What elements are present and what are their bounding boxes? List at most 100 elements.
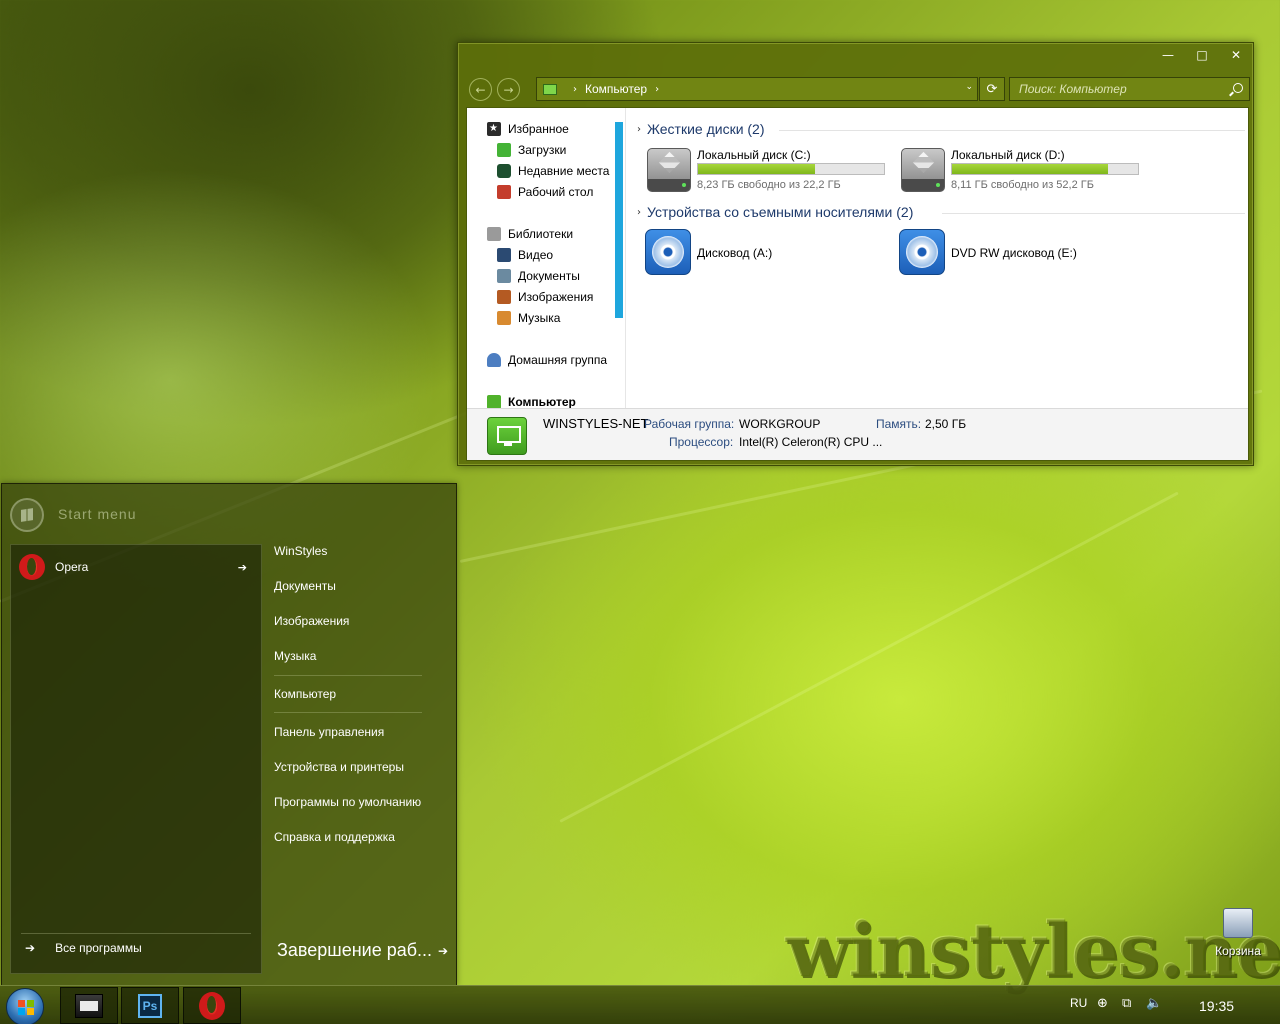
recent-places-icon xyxy=(497,164,511,178)
chevron-down-icon[interactable]: ⌄ xyxy=(965,82,973,92)
clock[interactable]: 19:35 xyxy=(1199,998,1234,1014)
start-link-music[interactable]: Музыка xyxy=(274,649,316,663)
watermark-logo: winstyles.net xyxy=(786,908,1280,994)
shutdown-button[interactable]: Завершение раб... xyxy=(277,940,432,961)
address-bar[interactable]: › Компьютер › ⌄ xyxy=(536,77,978,101)
taskbar-photoshop[interactable]: Ps xyxy=(121,987,179,1024)
workgroup-value: WORKGROUP xyxy=(739,417,821,431)
sidebar-item-label: Библиотеки xyxy=(508,227,574,241)
workgroup-label: Рабочая группа: xyxy=(644,417,735,431)
drive-e[interactable]: DVD RW дисковод (E:) xyxy=(899,229,1119,277)
documents-icon xyxy=(497,269,511,283)
chevron-right-icon[interactable]: › xyxy=(637,207,641,218)
images-icon xyxy=(497,290,511,304)
chevron-right-icon[interactable]: › xyxy=(637,124,641,135)
group-header-removable[interactable]: › Устройства со съемными носителями (2) xyxy=(637,204,913,220)
start-link-computer[interactable]: Компьютер xyxy=(274,687,336,701)
pane-divider[interactable] xyxy=(625,108,626,408)
drive-usage-fill xyxy=(698,164,816,174)
sidebar-item-label: Избранное xyxy=(508,122,569,136)
sidebar-item-images[interactable]: Изображения xyxy=(497,290,593,304)
language-indicator[interactable]: RU xyxy=(1070,996,1087,1010)
search-placeholder: Поиск: Компьютер xyxy=(1019,82,1127,96)
arrow-right-icon[interactable]: ➔ xyxy=(238,561,247,574)
computer-monitor-icon xyxy=(487,417,527,455)
forward-button[interactable]: → xyxy=(497,78,520,101)
start-link-devices-printers[interactable]: Устройства и принтеры xyxy=(274,760,404,774)
drive-d[interactable]: Локальный диск (D:) 8,11 ГБ свободно из … xyxy=(901,148,1151,196)
start-link-help-support[interactable]: Справка и поддержка xyxy=(274,830,395,844)
maximize-button[interactable]: □ xyxy=(1185,43,1219,67)
start-menu-title: Start menu xyxy=(58,506,137,522)
breadcrumb-computer[interactable]: Компьютер xyxy=(585,82,647,96)
start-link-documents[interactable]: Документы xyxy=(274,579,336,593)
navigation-pane: Избранное Загрузки Недавние места Рабочи… xyxy=(467,108,625,408)
update-icon[interactable]: ⊕ xyxy=(1097,996,1108,1011)
taskbar-opera[interactable] xyxy=(183,987,241,1024)
sidebar-item-label: Изображения xyxy=(518,290,594,304)
optical-drive-icon xyxy=(899,229,945,275)
drive-c[interactable]: Локальный диск (C:) 8,23 ГБ свободно из … xyxy=(647,148,887,196)
sidebar-item-desktop[interactable]: Рабочий стол xyxy=(497,185,593,199)
all-programs-button[interactable]: ➔ Все программы xyxy=(21,933,251,961)
start-link-default-programs[interactable]: Программы по умолчанию xyxy=(274,795,421,809)
start-separator xyxy=(274,712,422,713)
drive-name: Дисковод (A:) xyxy=(697,246,773,260)
start-link-images[interactable]: Изображения xyxy=(274,614,349,628)
drive-name: Локальный диск (D:) xyxy=(951,148,1065,162)
programs-pane: Opera ➔ ➔ Все программы xyxy=(10,544,262,974)
explorer-content: Избранное Загрузки Недавние места Рабочи… xyxy=(466,107,1249,461)
search-icon[interactable] xyxy=(1233,83,1243,93)
network-icon[interactable]: ⧉ xyxy=(1122,996,1131,1011)
sidebar-item-downloads[interactable]: Загрузки xyxy=(497,143,566,157)
sidebar-item-libraries[interactable]: Библиотеки xyxy=(487,227,573,241)
start-link-control-panel[interactable]: Панель управления xyxy=(274,725,384,739)
breadcrumb-separator-icon[interactable]: › xyxy=(573,84,577,95)
music-icon xyxy=(497,311,511,325)
details-pane: WINSTYLES-NET Рабочая группа: WORKGROUP … xyxy=(467,408,1248,460)
drive-free-space: 8,11 ГБ свободно из 52,2 ГБ xyxy=(951,179,1094,191)
taskbar-explorer[interactable] xyxy=(60,987,118,1024)
minimize-button[interactable]: — xyxy=(1151,43,1185,67)
back-button[interactable]: ← xyxy=(469,78,492,101)
memory-label: Память: xyxy=(876,417,922,431)
start-button[interactable] xyxy=(6,988,44,1024)
recycle-bin-icon xyxy=(1223,908,1253,938)
breadcrumb-separator-icon[interactable]: › xyxy=(655,84,659,95)
shutdown-options-arrow-icon[interactable]: ➔ xyxy=(438,944,448,958)
sidebar-item-label: Документы xyxy=(518,269,580,283)
sidebar-scrollbar[interactable] xyxy=(615,122,623,318)
recycle-bin-label: Корзина xyxy=(1215,944,1261,958)
sidebar-item-label: Недавние места xyxy=(518,164,610,178)
drive-usage-bar xyxy=(951,163,1139,175)
close-button[interactable]: ✕ xyxy=(1219,43,1253,67)
group-header-hard-drives[interactable]: › Жесткие диски (2) xyxy=(637,121,765,137)
sidebar-item-music[interactable]: Музыка xyxy=(497,311,560,325)
explorer-icon xyxy=(75,993,103,1018)
sidebar-item-favorites[interactable]: Избранное xyxy=(487,122,569,136)
group-divider xyxy=(779,130,1245,131)
computer-name: WINSTYLES-NET xyxy=(543,416,649,431)
sidebar-item-recent-places[interactable]: Недавние места xyxy=(497,164,609,178)
volume-icon[interactable]: 🔈 xyxy=(1146,996,1162,1011)
refresh-button[interactable]: ⟳ xyxy=(979,77,1005,101)
arrow-right-icon: ➔ xyxy=(25,940,36,955)
opera-icon xyxy=(19,554,45,580)
sidebar-item-documents[interactable]: Документы xyxy=(497,269,580,283)
sidebar-item-computer[interactable]: Компьютер xyxy=(487,395,576,408)
recycle-bin[interactable]: Корзина xyxy=(1215,908,1261,958)
windows-logo-icon xyxy=(10,498,44,532)
start-link-winstyles[interactable]: WinStyles xyxy=(274,544,327,558)
computer-icon xyxy=(487,395,501,408)
sidebar-item-homegroup[interactable]: Домашняя группа xyxy=(487,353,607,367)
computer-icon xyxy=(543,83,557,95)
program-label: Opera xyxy=(55,560,89,574)
drive-usage-bar xyxy=(697,163,885,175)
search-input[interactable]: Поиск: Компьютер xyxy=(1009,77,1250,101)
start-menu: Start menu Opera ➔ ➔ Все программы WinSt… xyxy=(1,483,457,986)
wallpaper-vein xyxy=(559,491,1179,823)
sidebar-item-video[interactable]: Видео xyxy=(497,248,553,262)
program-opera[interactable]: Opera ➔ xyxy=(19,553,253,581)
hard-drive-icon xyxy=(901,148,945,192)
drive-a[interactable]: Дисковод (A:) xyxy=(645,229,845,277)
